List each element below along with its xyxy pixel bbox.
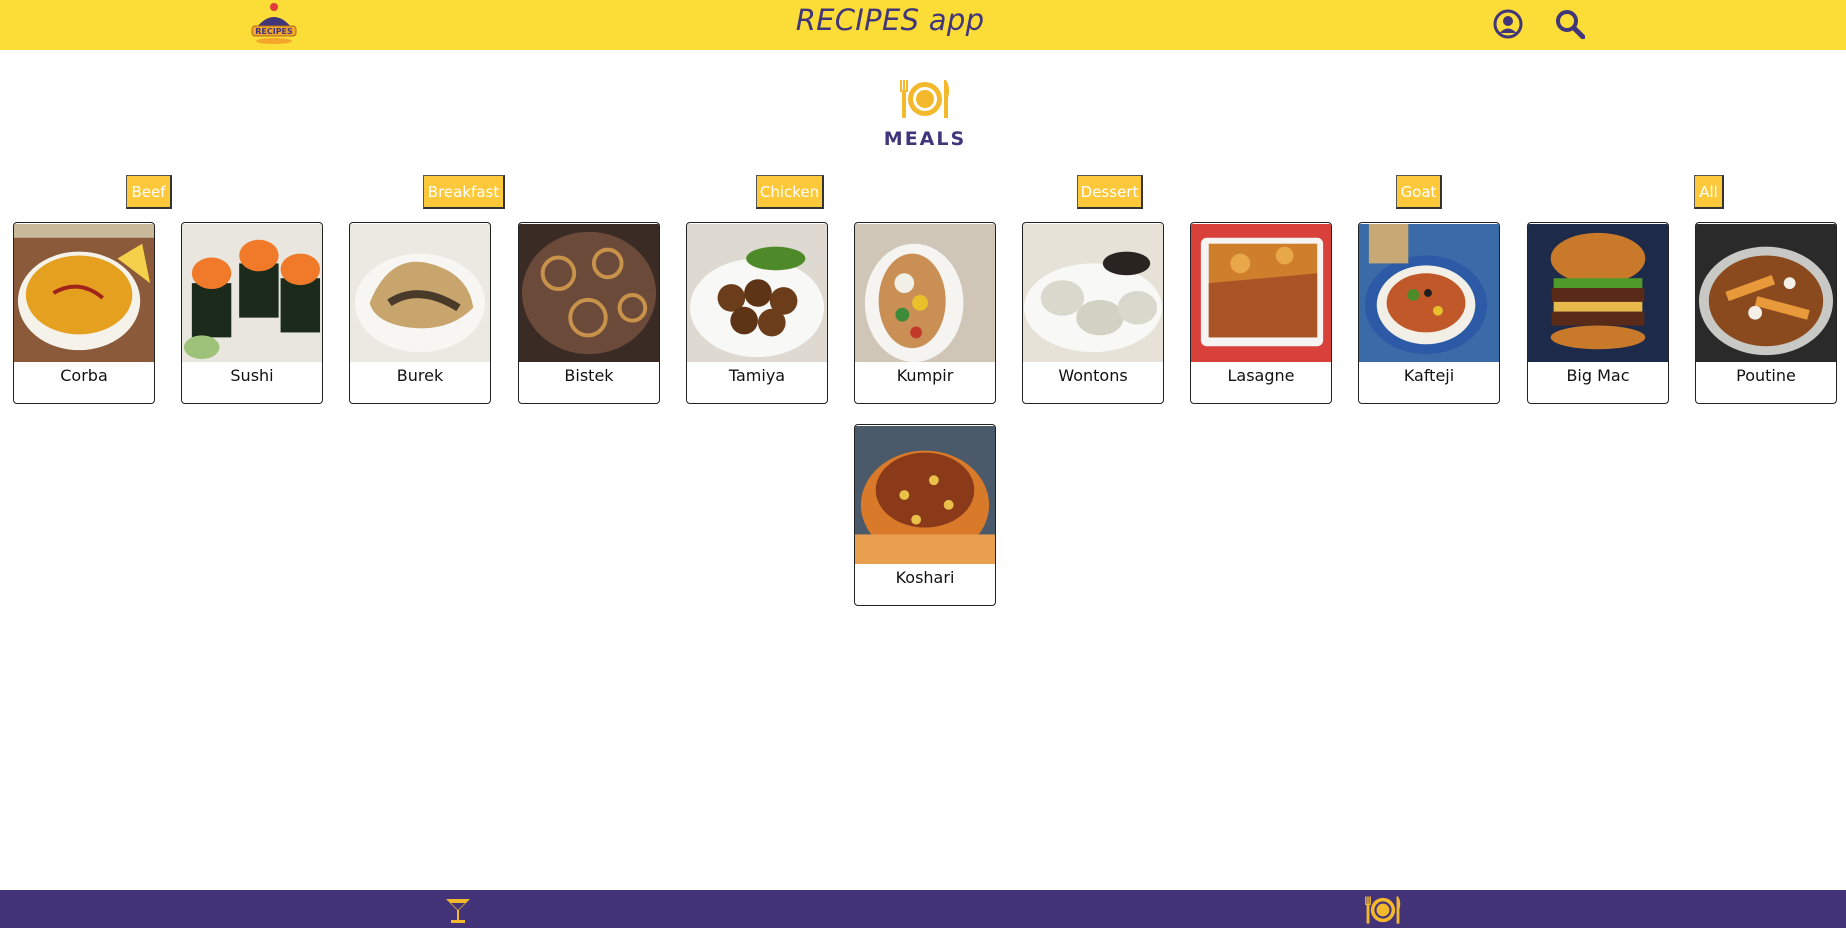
meal-name: Corba (60, 366, 108, 385)
meal-name: Kumpir (896, 366, 954, 385)
profile-button[interactable] (1492, 8, 1524, 40)
category-button-chicken[interactable]: Chicken (756, 175, 824, 209)
meal-photo (1359, 223, 1499, 363)
app-header: RECIPES RECIPES app (0, 0, 1846, 50)
meal-name: Kafteji (1403, 366, 1455, 385)
meal-card-bistek[interactable]: Bistek (518, 222, 660, 404)
category-button-all[interactable]: All (1694, 175, 1724, 209)
category-button-goat[interactable]: Goat (1396, 175, 1442, 209)
meal-card-wontons[interactable]: Wontons (1022, 222, 1164, 404)
meal-photo (14, 223, 154, 363)
meal-name: Poutine (1736, 366, 1796, 385)
meal-card-sushi[interactable]: Sushi (181, 222, 323, 404)
meal-card-lasagne[interactable]: Lasagne (1190, 222, 1332, 404)
plate-cutlery-icon (898, 78, 952, 120)
meal-photo (1696, 223, 1836, 363)
meal-name: Burek (396, 366, 444, 385)
footer-nav (0, 890, 1846, 928)
meal-card-burek[interactable]: Burek (349, 222, 491, 404)
meal-photo (855, 425, 995, 565)
meal-name: Big Mac (1566, 366, 1630, 385)
page-title: MEALS (883, 128, 967, 150)
search-button[interactable] (1554, 8, 1586, 40)
category-button-beef[interactable]: Beef (126, 175, 172, 209)
meal-photo (182, 223, 322, 363)
meal-photo (519, 223, 659, 363)
meal-card-kafteji[interactable]: Kafteji (1358, 222, 1500, 404)
meal-card-corba[interactable]: Corba (13, 222, 155, 404)
meal-photo (1528, 223, 1668, 363)
meal-photo (1023, 223, 1163, 363)
meal-name: Wontons (1058, 366, 1128, 385)
meal-card-poutine[interactable]: Poutine (1695, 222, 1837, 404)
meal-card-koshari[interactable]: Koshari (854, 424, 996, 606)
search-icon (1556, 10, 1585, 39)
category-button-breakfast[interactable]: Breakfast (423, 175, 505, 209)
meal-name: Lasagne (1227, 366, 1295, 385)
meal-card-kumpir[interactable]: Kumpir (854, 222, 996, 404)
cocktail-icon (446, 899, 470, 923)
category-button-dessert[interactable]: Dessert (1077, 175, 1143, 209)
meal-name: Tamiya (728, 366, 786, 385)
meal-photo (687, 223, 827, 363)
meals-button[interactable] (1363, 894, 1403, 926)
meal-photo (855, 223, 995, 363)
meal-photo (350, 223, 490, 363)
drinks-button[interactable] (438, 894, 478, 926)
meal-card-big-mac[interactable]: Big Mac (1527, 222, 1669, 404)
meal-name: Bistek (564, 366, 614, 385)
meal-name: Koshari (895, 568, 955, 587)
profile-icon (1493, 9, 1523, 39)
meal-photo (1191, 223, 1331, 363)
meal-name: Sushi (230, 366, 274, 385)
plate-cutlery-icon (1365, 896, 1401, 924)
meal-card-tamiya[interactable]: Tamiya (686, 222, 828, 404)
